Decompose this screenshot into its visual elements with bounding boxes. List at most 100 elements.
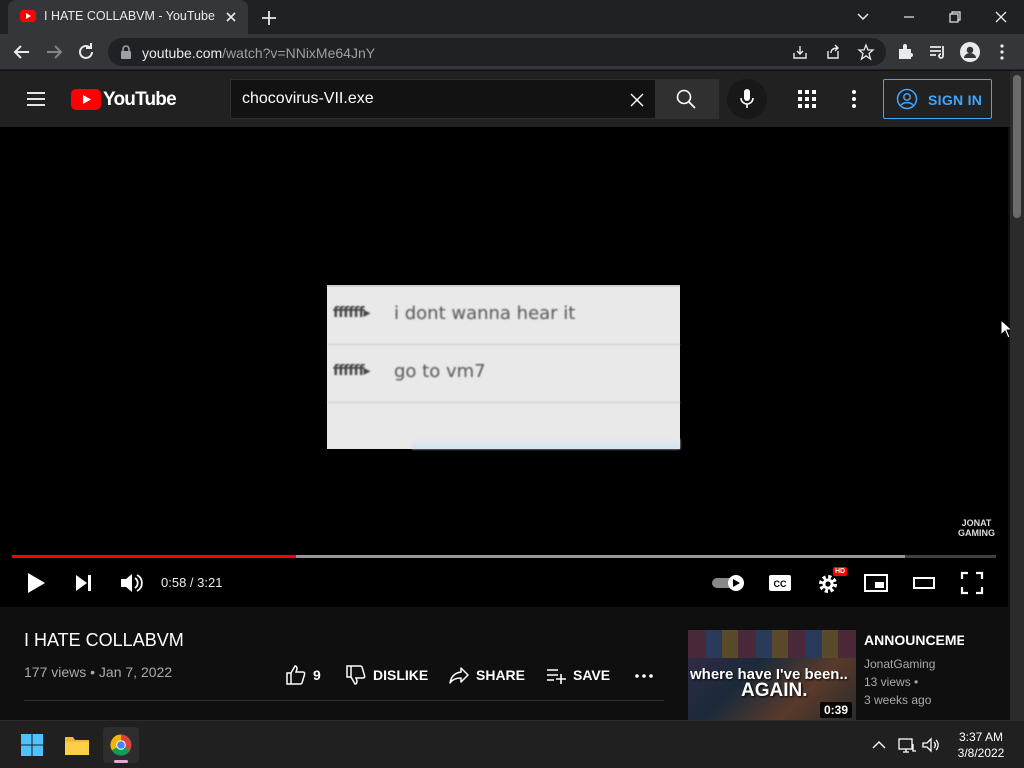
apps-grid-icon[interactable]	[796, 88, 818, 110]
chrome-taskbar-icon[interactable]	[103, 727, 139, 763]
chat-message: i dont wanna hear it	[394, 303, 576, 324]
chat-input-edge	[412, 439, 680, 449]
reload-icon[interactable]	[74, 40, 98, 64]
search-icon	[676, 89, 696, 109]
chat-username: ffffff▸	[333, 363, 371, 379]
autoplay-toggle[interactable]	[711, 568, 747, 598]
youtube-header: YouTube chocovirus-VII.exe SIGN IN	[0, 71, 1010, 127]
like-count: 9	[313, 667, 321, 683]
microphone-icon	[740, 89, 754, 108]
more-actions-button[interactable]	[633, 664, 655, 686]
sign-in-button[interactable]: SIGN IN	[883, 79, 992, 119]
extensions-icon[interactable]	[894, 40, 918, 64]
forward-arrow-icon[interactable]	[42, 40, 66, 64]
miniplayer-button[interactable]	[861, 568, 891, 598]
more-settings-icon[interactable]	[843, 88, 865, 110]
restore-button[interactable]	[942, 4, 968, 30]
recommended-views: 13 views •	[864, 675, 919, 689]
close-window-button[interactable]	[988, 4, 1014, 30]
settings-button[interactable]: HD	[813, 567, 848, 598]
chat-line: ffffff▸ i dont wanna hear it	[327, 287, 680, 345]
volume-icon	[121, 574, 143, 592]
video-player[interactable]: ffffff▸ i dont wanna hear it ffffff▸ go …	[0, 127, 1014, 607]
next-button[interactable]	[69, 568, 99, 598]
voice-search-button[interactable]	[727, 79, 767, 119]
address-bar[interactable]: youtube.com/watch?v=NNixMe64JnY	[108, 38, 886, 66]
video-frame: ffffff▸ i dont wanna hear it ffffff▸ go …	[327, 285, 680, 449]
channel-watermark[interactable]: JONAT GAMING	[958, 518, 995, 538]
scrollbar-thumb[interactable]	[1013, 75, 1021, 218]
windows-start-icon[interactable]	[14, 727, 50, 763]
speaker-icon[interactable]	[921, 735, 941, 755]
more-horizontal-icon	[635, 674, 653, 678]
duration-badge: 0:39	[819, 702, 852, 718]
sign-in-label: SIGN IN	[928, 92, 983, 108]
hamburger-menu-icon[interactable]	[24, 87, 48, 111]
install-app-icon[interactable]	[792, 44, 808, 60]
like-button[interactable]: 9	[285, 664, 335, 686]
browser-toolbar: youtube.com/watch?v=NNixMe64JnY	[0, 34, 1024, 70]
taskbar: 3:37 AM 3/8/2022	[0, 720, 1024, 768]
video-meta: 177 views • Jan 7, 2022	[24, 664, 173, 680]
dislike-button[interactable]: DISLIKE	[345, 664, 435, 686]
theater-mode-button[interactable]	[909, 568, 939, 598]
chat-message: go to vm7	[394, 361, 486, 382]
lock-icon[interactable]	[120, 45, 132, 59]
media-control-icon[interactable]	[926, 40, 950, 64]
volume-button[interactable]	[116, 568, 146, 598]
time-display: 0:58 / 3:21	[161, 575, 223, 590]
save-label: SAVE	[573, 667, 611, 683]
clock-time: 3:37 AM	[958, 730, 1004, 744]
search-input[interactable]: chocovirus-VII.exe	[230, 79, 656, 119]
share-button[interactable]: SHARE	[448, 664, 528, 686]
tab-close-icon[interactable]	[222, 8, 240, 26]
captions-button[interactable]: CC	[765, 568, 795, 598]
progress-bar[interactable]	[12, 555, 996, 558]
chrome-menu-icon[interactable]	[990, 40, 1014, 64]
recommended-channel-name[interactable]: JonatGaming	[864, 657, 935, 671]
miniplayer-icon	[864, 574, 888, 592]
network-icon[interactable]	[897, 735, 917, 755]
play-button[interactable]	[20, 568, 50, 598]
recommended-video-title[interactable]: ANNOUNCEMENT	[864, 632, 964, 648]
thumbs-down-icon	[346, 665, 366, 685]
active-app-indicator	[114, 760, 128, 763]
chat-username: ffffff▸	[333, 305, 371, 321]
dislike-label: DISLIKE	[373, 667, 429, 683]
fullscreen-button[interactable]	[957, 568, 987, 598]
share-label: SHARE	[476, 667, 526, 683]
svg-text:CC: CC	[774, 579, 787, 589]
tab-title: I HATE COLLABVM - YouTube	[44, 9, 215, 23]
tab-strip: I HATE COLLABVM - YouTube	[0, 0, 1024, 34]
tray-chevron-up-icon[interactable]	[869, 735, 889, 755]
played-bar	[12, 555, 296, 558]
profile-avatar-icon[interactable]	[958, 40, 982, 64]
playlist-add-icon	[547, 669, 566, 684]
url-text[interactable]: youtube.com/watch?v=NNixMe64JnY	[142, 45, 375, 61]
play-icon	[28, 573, 45, 593]
recommended-age: 3 weeks ago	[864, 693, 932, 707]
new-tab-button[interactable]	[258, 7, 280, 29]
minimize-button[interactable]	[896, 4, 922, 30]
youtube-logo[interactable]: YouTube	[71, 89, 177, 111]
youtube-logo-text: YouTube	[103, 89, 177, 110]
save-button[interactable]: SAVE	[545, 664, 615, 686]
back-arrow-icon[interactable]	[10, 40, 34, 64]
thumbs-up-icon	[286, 665, 306, 685]
closed-captions-icon: CC	[769, 575, 791, 591]
system-clock[interactable]: 3:37 AM 3/8/2022	[948, 729, 1014, 761]
youtube-favicon-icon	[20, 10, 36, 22]
bookmark-star-icon[interactable]	[857, 43, 875, 61]
thumbnail-caption-line2: AGAIN.	[741, 680, 808, 701]
search-button[interactable]	[655, 79, 719, 119]
recommended-video-thumbnail[interactable]: where have I've been.. AGAIN. 0:39	[688, 630, 856, 720]
youtube-play-logo-icon	[71, 89, 101, 110]
browser-tab[interactable]: I HATE COLLABVM - YouTube	[8, 0, 248, 34]
tab-search-chevron-icon[interactable]	[850, 4, 876, 30]
file-explorer-icon[interactable]	[59, 727, 95, 763]
search-query[interactable]: chocovirus-VII.exe	[242, 90, 374, 108]
clear-search-icon[interactable]	[627, 90, 647, 110]
divider	[24, 700, 664, 701]
share-page-icon[interactable]	[825, 44, 841, 60]
theater-mode-icon	[913, 577, 935, 589]
